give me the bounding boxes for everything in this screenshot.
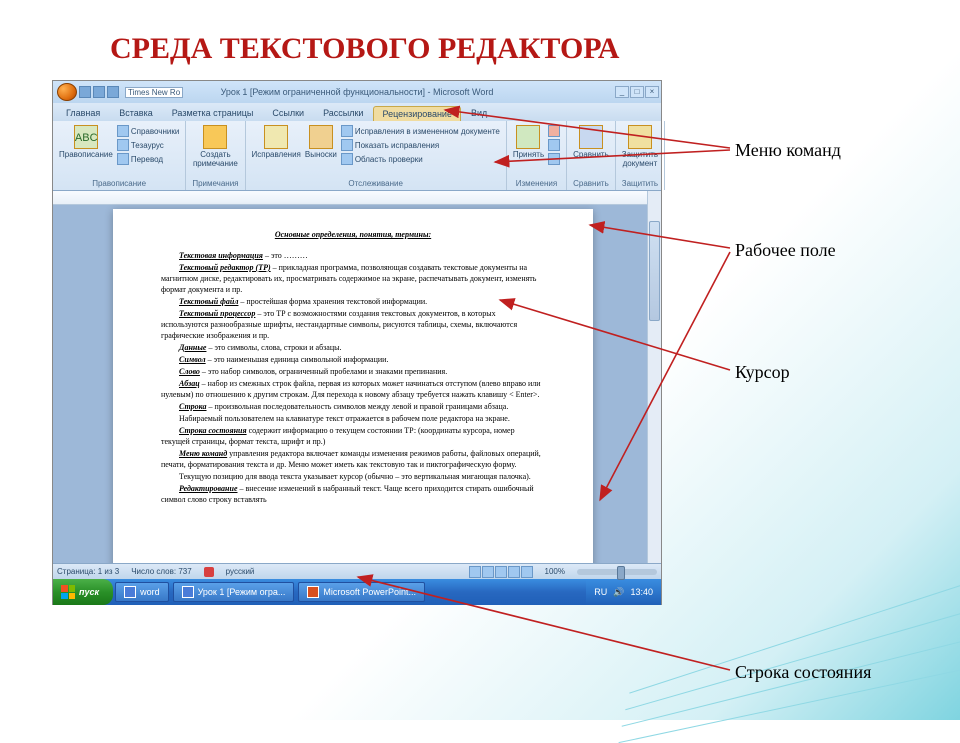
font-selector[interactable]: Times New Ro	[125, 87, 183, 98]
ribbon-group-compare: Сравнить Сравнить	[567, 121, 616, 190]
slide-title: СРЕДА ТЕКСТОВОГО РЕДАКТОРА	[110, 32, 619, 66]
prev-change-button[interactable]	[548, 139, 560, 151]
taskbar-item[interactable]: Microsoft PowerPoint...	[298, 582, 425, 602]
tray-volume-icon[interactable]: 🔊	[613, 587, 624, 598]
start-button[interactable]: пуск	[53, 579, 113, 605]
proofing-icon[interactable]	[204, 567, 214, 577]
next-change-button[interactable]	[548, 153, 560, 165]
view-buttons[interactable]	[469, 566, 533, 578]
doc-paragraph: Слово – это набор символов, ограниченный…	[161, 366, 545, 377]
status-lang[interactable]: русский	[226, 567, 255, 576]
doc-paragraph: Строка состояния содержит информацию о т…	[161, 425, 545, 447]
doc-paragraph: Символ – это наименьшая единица символьн…	[161, 354, 545, 365]
accept-button[interactable]: Принять	[513, 125, 544, 159]
ppt-icon	[307, 586, 319, 598]
tab-insert[interactable]: Вставка	[110, 105, 161, 121]
tab-review[interactable]: Рецензирование	[373, 106, 461, 121]
windows-taskbar: пуск word Урок 1 [Режим огра... Microsof…	[53, 579, 661, 605]
window-title-text: Урок 1 [Режим ограниченной функционально…	[221, 87, 494, 97]
undo-icon[interactable]	[93, 86, 105, 98]
minimize-button[interactable]: _	[615, 86, 629, 98]
annotation-cursor: Курсор	[735, 362, 790, 383]
ribbon-group-changes: Принять Изменения	[507, 121, 567, 190]
annotation-menu: Меню команд	[735, 140, 841, 161]
word-statusbar: Страница: 1 из 3 Число слов: 737 русский…	[53, 563, 661, 579]
display-review-button[interactable]: Исправления в измененном документе	[341, 125, 500, 137]
annotation-workarea: Рабочее поле	[735, 240, 836, 261]
tray-lang[interactable]: RU	[594, 587, 607, 597]
word-screenshot: Times New Ro Урок 1 [Режим ограниченной …	[52, 80, 662, 605]
maximize-button[interactable]: □	[630, 86, 644, 98]
doc-paragraph: Текстовый файл – простейшая форма хранен…	[161, 296, 545, 307]
windows-logo-icon	[61, 585, 75, 599]
reviewing-pane-button[interactable]: Область проверки	[341, 153, 500, 165]
document-area[interactable]: Основные определения, понятия, термины: …	[53, 191, 661, 563]
tab-view[interactable]: Вид	[462, 105, 496, 121]
doc-paragraph: Абзац – набор из смежных строк файла, пе…	[161, 378, 545, 400]
ribbon-group-tracking: Исправления Выноски Исправления в измене…	[246, 121, 507, 190]
translate-button[interactable]: Перевод	[117, 153, 179, 165]
redo-icon[interactable]	[107, 86, 119, 98]
thesaurus-button[interactable]: Тезаурус	[117, 139, 179, 151]
close-button[interactable]: ×	[645, 86, 659, 98]
save-icon[interactable]	[79, 86, 91, 98]
word-titlebar: Times New Ro Урок 1 [Режим ограниченной …	[53, 81, 661, 103]
tray-time: 13:40	[630, 587, 653, 597]
word-icon	[182, 586, 194, 598]
status-page[interactable]: Страница: 1 из 3	[57, 567, 119, 576]
annotation-statusbar: Строка состояния	[735, 662, 871, 683]
compare-button[interactable]: Сравнить	[573, 125, 609, 159]
doc-paragraph: Редактирование – внесение изменений в на…	[161, 483, 545, 505]
spelling-button[interactable]: ABC Правописание	[59, 125, 113, 159]
status-words[interactable]: Число слов: 737	[131, 567, 191, 576]
doc-paragraph: Меню команд управления редактора включае…	[161, 448, 545, 470]
tab-references[interactable]: Ссылки	[263, 105, 313, 121]
ribbon-tabs: Главная Вставка Разметка страницы Ссылки…	[53, 103, 661, 121]
show-markup-button[interactable]: Показать исправления	[341, 139, 500, 151]
tab-mailings[interactable]: Рассылки	[314, 105, 372, 121]
protect-button[interactable]: Защитить документ	[622, 125, 658, 168]
doc-paragraph: Строка – произвольная последовательность…	[161, 401, 545, 412]
word-icon	[124, 586, 136, 598]
office-button[interactable]	[57, 83, 77, 101]
horizontal-ruler[interactable]	[53, 191, 661, 205]
scrollbar-thumb[interactable]	[649, 221, 660, 321]
doc-paragraph: Набираемый пользователем на клавиатуре т…	[161, 413, 545, 424]
new-comment-button[interactable]: Создать примечание	[192, 125, 238, 168]
document-page[interactable]: Основные определения, понятия, термины: …	[113, 209, 593, 563]
balloons-button[interactable]: Выноски	[305, 125, 337, 159]
research-button[interactable]: Справочники	[117, 125, 179, 137]
vertical-scrollbar[interactable]	[647, 191, 661, 563]
tab-home[interactable]: Главная	[57, 105, 109, 121]
doc-paragraph: Текстовый процессор – это ТР с возможнос…	[161, 308, 545, 341]
doc-paragraph: Текстовый редактор (ТР) – прикладная про…	[161, 262, 545, 295]
system-tray[interactable]: RU 🔊 13:40	[586, 579, 661, 605]
doc-paragraph: Текстовая информация – это ………	[161, 250, 545, 261]
quick-access-toolbar: Times New Ro	[57, 83, 183, 101]
zoom-level[interactable]: 100%	[545, 567, 565, 576]
ribbon-body: ABC Правописание Справочники Тезаурус Пе…	[53, 121, 661, 191]
ribbon-group-protect: Защитить документ Защитить	[616, 121, 665, 190]
doc-paragraph: Текущую позицию для ввода текста указыва…	[161, 471, 545, 482]
ribbon-group-comments: Создать примечание Примечания	[186, 121, 245, 190]
reject-button[interactable]	[548, 125, 560, 137]
track-changes-button[interactable]: Исправления	[252, 125, 301, 159]
zoom-slider[interactable]	[577, 569, 657, 575]
taskbar-item[interactable]: Урок 1 [Режим огра...	[173, 582, 295, 602]
ribbon-group-proofing: ABC Правописание Справочники Тезаурус Пе…	[53, 121, 186, 190]
doc-paragraph: Данные – это символы, слова, строки и аб…	[161, 342, 545, 353]
tab-pagelayout[interactable]: Разметка страницы	[163, 105, 263, 121]
taskbar-item[interactable]: word	[115, 582, 169, 602]
doc-heading: Основные определения, понятия, термины:	[161, 229, 545, 240]
